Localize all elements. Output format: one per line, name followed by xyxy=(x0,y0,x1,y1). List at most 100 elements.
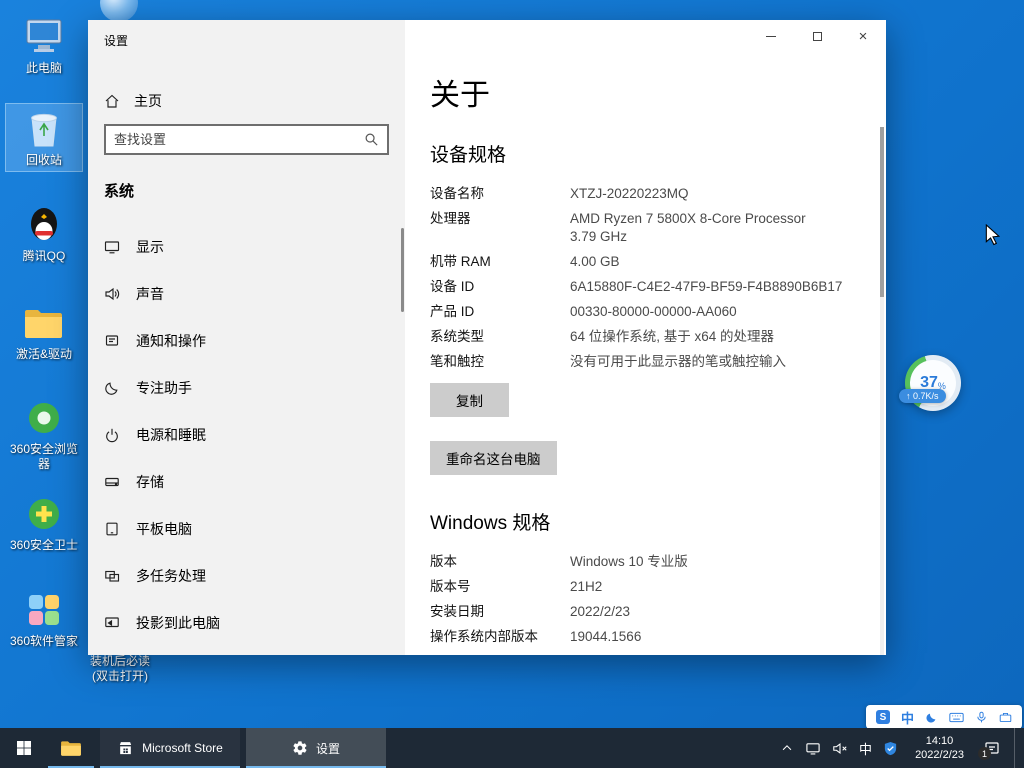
desktop-icon-label: 此电脑 xyxy=(8,61,80,76)
sidebar-scrollbar[interactable] xyxy=(401,228,404,312)
partial-desktop-icon xyxy=(100,0,138,22)
this-pc-icon xyxy=(8,15,80,59)
desktop-icon-label: 回收站 xyxy=(8,153,80,168)
spec-row-edition: 版本 Windows 10 专业版 xyxy=(430,553,846,571)
taskbar-app-label: 设置 xyxy=(316,740,340,757)
ime-toolbar: S 中 xyxy=(866,705,1022,729)
desktop-icon-this-pc[interactable]: 此电脑 xyxy=(6,12,82,79)
spec-value: Windows 10 专业版 xyxy=(570,553,688,571)
taskbar-file-explorer[interactable] xyxy=(48,728,94,768)
settings-window: 设置 主页 系统 显示 声音 xyxy=(88,20,886,655)
spec-value: 00330-80000-00000-AA060 xyxy=(570,303,737,321)
copy-button[interactable]: 复制 xyxy=(430,383,509,417)
sidebar-item-label: 声音 xyxy=(136,284,164,304)
sidebar-item-tablet[interactable]: 平板电脑 xyxy=(88,505,405,552)
windows-logo-icon xyxy=(16,740,32,756)
moon-icon[interactable] xyxy=(925,711,938,724)
sidebar-item-home[interactable]: 主页 xyxy=(104,86,384,116)
sidebar-item-label: 电源和睡眠 xyxy=(136,425,206,445)
desktop-icon-tencent-qq[interactable]: 腾讯QQ xyxy=(6,200,82,267)
tray-date: 2022/2/23 xyxy=(915,748,964,762)
spec-label: 版本号 xyxy=(430,578,570,596)
360-software-manager-icon xyxy=(8,588,80,632)
sidebar-item-sound[interactable]: 声音 xyxy=(88,270,405,317)
ime-indicator[interactable]: 中 xyxy=(859,739,872,758)
spec-label: 安装日期 xyxy=(430,603,570,621)
desktop-icon-label: 360安全浏览器 xyxy=(8,442,80,472)
360-browser-icon xyxy=(8,396,80,440)
minimize-button[interactable] xyxy=(748,20,794,52)
spec-label: 处理器 xyxy=(430,210,570,246)
maximize-icon xyxy=(813,32,822,41)
spec-row-system-type: 系统类型 64 位操作系统, 基于 x64 的处理器 xyxy=(430,328,846,346)
desktop-icon-label: 激活&驱动 xyxy=(8,347,80,362)
desktop-icon-360-safeguard[interactable]: 360安全卫士 xyxy=(6,489,82,556)
sound-icon xyxy=(104,286,120,302)
spec-row-product-id: 产品 ID 00330-80000-00000-AA060 xyxy=(430,303,846,321)
tray-clock[interactable]: 14:10 2022/2/23 xyxy=(915,734,964,763)
search-icon xyxy=(364,132,379,147)
sidebar-item-projecting[interactable]: 投影到此电脑 xyxy=(88,599,405,646)
spec-value: 21H2 xyxy=(570,578,602,596)
spec-value: AMD Ryzen 7 5800X 8-Core Processor 3.79 … xyxy=(570,210,806,246)
content-scrollbar-thumb[interactable] xyxy=(880,127,884,297)
desktop-icon-recycle-bin[interactable]: 回收站 xyxy=(6,104,82,171)
storage-icon xyxy=(104,474,120,490)
keyboard-icon[interactable] xyxy=(949,711,964,724)
spec-row-processor: 处理器 AMD Ryzen 7 5800X 8-Core Processor 3… xyxy=(430,210,846,246)
close-icon: × xyxy=(859,29,868,44)
focus-assist-icon xyxy=(104,380,120,396)
projecting-icon xyxy=(104,615,120,631)
sidebar-item-label: 平板电脑 xyxy=(136,519,192,539)
spec-row-installed-on: 安装日期 2022/2/23 xyxy=(430,603,846,621)
taskbar-microsoft-store[interactable]: Microsoft Store xyxy=(100,728,240,768)
sidebar-item-multitasking[interactable]: 多任务处理 xyxy=(88,552,405,599)
spec-value: 2022/2/23 xyxy=(570,603,630,621)
close-button[interactable]: × xyxy=(840,20,886,52)
sidebar-item-storage[interactable]: 存储 xyxy=(88,458,405,505)
sidebar-item-power-sleep[interactable]: 电源和睡眠 xyxy=(88,411,405,458)
desktop-icon-360-browser[interactable]: 360安全浏览器 xyxy=(6,393,82,475)
gear-icon xyxy=(292,740,308,756)
desktop-icon-label: 360软件管家 xyxy=(8,634,80,649)
sidebar-item-label: 多任务处理 xyxy=(136,566,206,586)
sidebar-item-label: 存储 xyxy=(136,472,164,492)
spec-row-version: 版本号 21H2 xyxy=(430,578,846,596)
action-center-button[interactable]: 1 xyxy=(981,737,1003,759)
taskbar-settings[interactable]: 设置 xyxy=(246,728,386,768)
mic-icon[interactable] xyxy=(975,711,988,724)
spec-label: 操作系统内部版本 xyxy=(430,628,570,646)
sidebar-item-focus-assist[interactable]: 专注助手 xyxy=(88,364,405,411)
360-speed-ball[interactable]: 37 % ↑ 0.7K/s xyxy=(905,355,961,411)
show-desktop-button[interactable] xyxy=(1014,728,1018,768)
maximize-button[interactable] xyxy=(794,20,840,52)
desktop-icon-readme[interactable]: 装机后必读(双击打开) xyxy=(84,652,156,684)
ime-mode-toggle[interactable]: 中 xyxy=(901,708,914,727)
network-icon[interactable] xyxy=(805,741,821,756)
spec-row-device-id: 设备 ID 6A15880F-C4E2-47F9-BF59-F4B8890B6B… xyxy=(430,278,846,296)
toolbox-icon[interactable] xyxy=(999,711,1012,724)
security-shield-icon[interactable] xyxy=(883,741,898,756)
spec-value: XTZJ-20220223MQ xyxy=(570,185,689,203)
sidebar-item-display[interactable]: 显示 xyxy=(88,223,405,270)
spec-value: 没有可用于此显示器的笔或触控输入 xyxy=(570,353,786,371)
settings-search-box[interactable] xyxy=(104,124,389,155)
recycle-bin-icon xyxy=(8,107,80,151)
microsoft-store-icon xyxy=(117,740,134,757)
desktop-icon-activate-driver[interactable]: 激活&驱动 xyxy=(6,298,82,365)
mouse-cursor xyxy=(983,224,1003,251)
file-explorer-icon xyxy=(60,739,82,757)
sidebar-item-notifications[interactable]: 通知和操作 xyxy=(88,317,405,364)
desktop-icon-360-software-manager[interactable]: 360软件管家 xyxy=(6,585,82,652)
spec-row-os-build: 操作系统内部版本 19044.1566 xyxy=(430,628,846,646)
start-button[interactable] xyxy=(0,728,48,768)
spec-value: 19044.1566 xyxy=(570,628,641,646)
spec-row-pen-touch: 笔和触控 没有可用于此显示器的笔或触控输入 xyxy=(430,353,846,371)
hidden-icons-chevron[interactable] xyxy=(780,741,794,755)
search-input[interactable] xyxy=(106,132,364,147)
spec-label: 机带 RAM xyxy=(430,253,570,271)
volume-muted-icon[interactable] xyxy=(832,741,848,756)
rename-pc-button[interactable]: 重命名这台电脑 xyxy=(430,441,557,475)
spec-label: 设备 ID xyxy=(430,278,570,296)
ime-logo-icon[interactable]: S xyxy=(876,710,890,724)
